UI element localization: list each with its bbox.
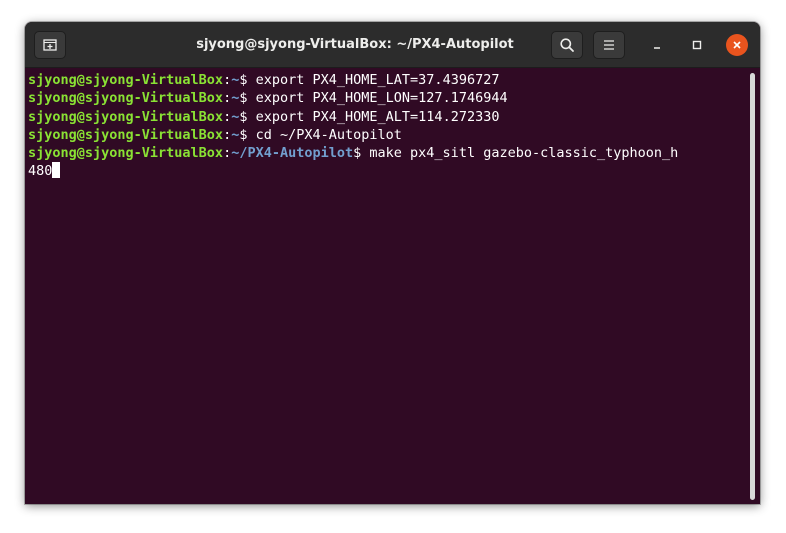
prompt-separator: :	[223, 72, 232, 88]
terminal-line: sjyong@sjyong-VirtualBox:~$ export PX4_H…	[28, 71, 760, 89]
prompt-symbol: $	[239, 72, 248, 88]
hamburger-menu-icon	[602, 38, 616, 52]
command-continuation: 480	[28, 163, 53, 180]
terminal-line-continuation: 480	[28, 162, 760, 180]
prompt-symbol: $	[239, 108, 248, 125]
maximize-icon	[691, 36, 703, 55]
prompt-user-host: sjyong@sjyong-VirtualBox	[28, 108, 224, 125]
new-tab-button[interactable]	[34, 31, 66, 59]
new-tab-icon	[42, 37, 58, 53]
terminal-line: sjyong@sjyong-VirtualBox:~/PX4-Autopilot…	[28, 144, 760, 162]
search-icon	[559, 37, 575, 53]
minimize-icon	[651, 36, 663, 55]
command-text: make px4_sitl gazebo-classic_typhoon_h	[361, 145, 679, 162]
command-text: cd ~/PX4-Autopilot	[247, 126, 402, 143]
close-button[interactable]	[726, 34, 748, 56]
command-text: export PX4_HOME_LAT=37.4396727	[247, 72, 500, 88]
maximize-button[interactable]	[686, 34, 708, 56]
titlebar[interactable]: sjyong@sjyong-VirtualBox: ~/PX4-Autopilo…	[25, 22, 760, 68]
terminal-scrollbar[interactable]	[750, 73, 755, 500]
terminal-line: sjyong@sjyong-VirtualBox:~$ export PX4_H…	[28, 89, 760, 107]
prompt-separator: :	[223, 145, 232, 162]
minimize-button[interactable]	[646, 34, 668, 56]
window-title: sjyong@sjyong-VirtualBox: ~/PX4-Autopilo…	[196, 37, 514, 52]
prompt-symbol: $	[239, 90, 248, 107]
search-button[interactable]	[551, 31, 583, 59]
close-icon	[731, 36, 743, 55]
terminal-line: sjyong@sjyong-VirtualBox:~$ export PX4_H…	[28, 108, 760, 126]
command-text: export PX4_HOME_LON=127.1746944	[247, 90, 508, 107]
prompt-separator: :	[223, 90, 232, 107]
prompt-user-host: sjyong@sjyong-VirtualBox	[28, 126, 224, 143]
prompt-path: ~/PX4-Autopilot	[231, 145, 354, 162]
prompt-user-host: sjyong@sjyong-VirtualBox	[28, 90, 224, 107]
prompt-separator: :	[223, 108, 232, 125]
prompt-user-host: sjyong@sjyong-VirtualBox	[28, 145, 224, 162]
terminal-line: sjyong@sjyong-VirtualBox:~$ cd ~/PX4-Aut…	[28, 126, 760, 144]
terminal-window: sjyong@sjyong-VirtualBox: ~/PX4-Autopilo…	[25, 22, 760, 504]
prompt-separator: :	[223, 126, 232, 143]
menu-button[interactable]	[593, 31, 625, 59]
terminal-output[interactable]: sjyong@sjyong-VirtualBox:~$ export PX4_H…	[25, 68, 760, 504]
text-cursor	[52, 162, 61, 179]
prompt-user-host: sjyong@sjyong-VirtualBox	[28, 72, 224, 88]
command-text: export PX4_HOME_ALT=114.272330	[247, 108, 500, 125]
prompt-symbol: $	[239, 126, 248, 143]
